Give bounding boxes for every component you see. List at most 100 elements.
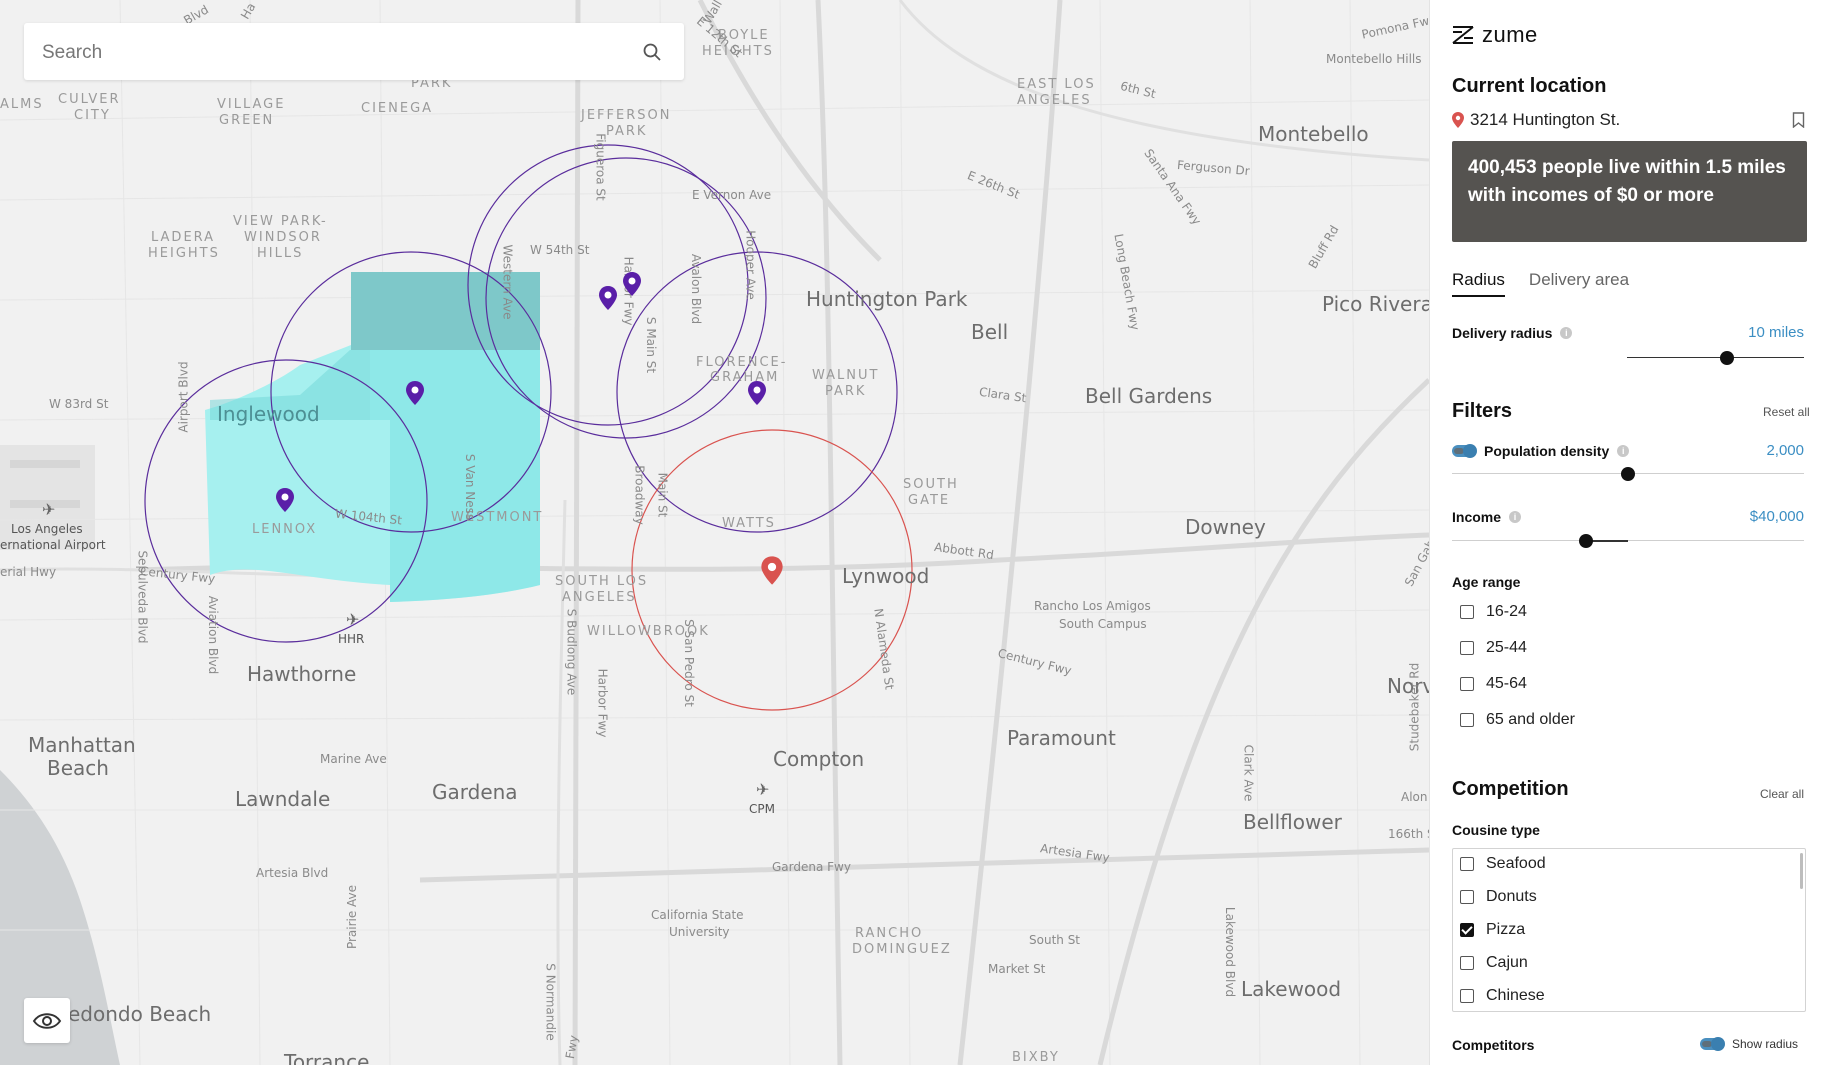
age-option-label: 25-44 [1486,639,1527,656]
neighborhood-label: VIEW PARK- [233,214,328,229]
age-range-label: Age range [1452,574,1521,590]
street-label: Gardena Fwy [772,860,851,874]
checkbox[interactable] [1460,713,1474,727]
street-label: Western Ave [500,244,515,320]
slider-thumb[interactable] [1720,351,1734,365]
filters-title: Filters [1452,400,1513,422]
street-label: Clark Ave [1241,744,1256,802]
cuisine-option[interactable]: Pizza [1460,921,1525,939]
competitor-marker-icon[interactable] [621,271,643,297]
tab-bar: Radius Delivery area [1452,270,1629,297]
street-label: Alon [1401,790,1428,804]
competitor-marker-icon[interactable] [597,285,619,311]
cuisine-option[interactable]: Seafood [1460,855,1546,873]
place-label: Paramount [1007,726,1116,750]
checkbox-checked[interactable] [1460,923,1474,937]
street-label: erial Hwy [0,565,57,579]
street-label: Sepulveda Blvd [135,550,150,644]
street-label: South Campus [1059,617,1147,631]
search-box[interactable] [24,23,684,82]
street-label: S Van Ness [463,453,478,521]
place-label: Bellflower [1243,810,1342,834]
age-option[interactable]: 45-64 [1460,675,1527,693]
neighborhood-label: LADERA [151,230,216,245]
competitor-marker-icon[interactable] [404,380,426,406]
street-label: Prairie Ave [345,884,360,950]
place-label: Torrance [284,1050,370,1065]
search-input[interactable] [40,23,624,82]
slider-thumb[interactable] [1579,534,1593,548]
checkbox[interactable] [1460,890,1474,904]
show-radius-toggle[interactable] [1700,1037,1725,1051]
income-row: Income i $40,000 [1452,508,1804,525]
neighborhood-label: ANGELES [562,590,637,605]
tab-radius[interactable]: Radius [1452,270,1505,297]
competition-title: Competition [1452,778,1569,800]
street-label: W 83rd St [49,397,109,411]
side-panel: zume Current location 3214 Huntington St… [1429,0,1823,1065]
tab-delivery-area[interactable]: Delivery area [1529,270,1629,297]
search-icon[interactable] [642,42,662,62]
neighborhood-label: FLORENCE- [696,355,788,370]
neighborhood-label: ALMS [0,97,44,112]
show-radius-label: Show radius [1732,1037,1799,1051]
zume-logo-icon [1452,26,1474,44]
slider-thumb[interactable] [1621,467,1635,481]
location-pin-icon [1452,112,1464,128]
street-label: S Normandie [543,963,558,1041]
street-label: Rancho Los Amigos [1034,599,1151,613]
cuisine-option[interactable]: Chinese [1460,987,1545,1005]
visibility-toggle-button[interactable] [24,998,70,1043]
place-label: Beach [47,756,109,780]
show-radius-toggle-row[interactable]: Show radius [1700,1037,1798,1051]
cuisine-option-label: Chinese [1486,987,1545,1004]
place-label: Manhattan [28,733,136,757]
checkbox[interactable] [1460,989,1474,1003]
airport-label: CPM [749,802,775,816]
population-density-toggle[interactable] [1452,443,1477,458]
scrollbar[interactable] [1800,853,1803,889]
population-density-label: Population density [1484,442,1610,459]
street-label: Broadway [632,465,647,525]
airport-icon: ✈ [42,502,56,519]
income-label: Income [1452,508,1502,525]
street-label: S Main St [644,316,659,374]
map-canvas[interactable]: Montebello Huntington Park Bell Pico Riv… [0,0,1429,1065]
info-icon[interactable]: i [1509,510,1522,523]
place-label: Lakewood [1241,977,1342,1001]
competitor-marker-icon[interactable] [746,380,768,406]
competitor-marker-icon[interactable] [274,487,296,513]
street-label: Avalon Blvd [689,253,704,325]
current-location-marker-icon[interactable] [759,555,785,586]
population-density-slider[interactable] [1452,467,1804,481]
age-option-label: 65 and older [1486,711,1575,728]
bookmark-icon[interactable] [1792,112,1805,128]
income-value: $40,000 [1749,508,1804,525]
checkbox[interactable] [1460,956,1474,970]
street-label: Artesia Blvd [256,866,329,880]
info-icon[interactable]: i [1560,326,1573,339]
checkbox[interactable] [1460,677,1474,691]
income-slider[interactable] [1452,534,1804,548]
street-label: Harbor Fwy [595,668,610,738]
cuisine-option[interactable]: Cajun [1460,954,1528,972]
neighborhood-label: SOUTH [903,477,959,492]
checkbox[interactable] [1460,857,1474,871]
info-icon[interactable]: i [1617,444,1630,457]
checkbox[interactable] [1460,641,1474,655]
street-label: South St [1029,933,1081,947]
street-label: S San Pedro St [681,619,696,707]
delivery-radius-slider[interactable] [1452,351,1804,365]
checkbox[interactable] [1460,605,1474,619]
place-label: Compton [773,747,865,771]
age-option[interactable]: 65 and older [1460,711,1575,729]
reset-all-link[interactable]: Reset all [1763,405,1810,419]
age-option[interactable]: 16-24 [1460,603,1527,621]
neighborhood-label: SOUTH LOS [555,574,649,589]
clear-all-link[interactable]: Clear all [1760,787,1804,801]
cuisine-list[interactable]: Seafood Donuts Pizza Cajun Chinese [1452,848,1806,1012]
cuisine-option-label: Cajun [1486,954,1528,971]
neighborhood-label: LENNOX [252,522,318,537]
cuisine-option[interactable]: Donuts [1460,888,1537,906]
age-option[interactable]: 25-44 [1460,639,1527,657]
